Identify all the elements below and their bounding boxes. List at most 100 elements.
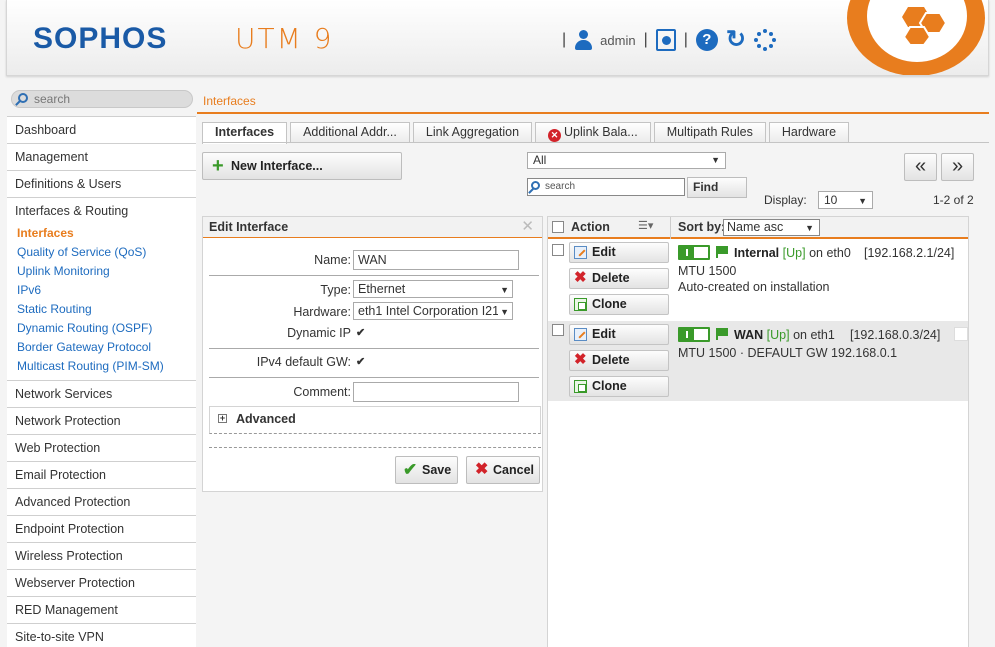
name-field[interactable]: WAN [353, 250, 519, 270]
edit-panel-title: Edit Interface [209, 220, 289, 234]
sidebar-item-endpoint-protection[interactable]: Endpoint Protection [7, 515, 196, 542]
display-count-select[interactable]: 10 ▼ [818, 191, 873, 209]
page-count: 1-2 of 2 [933, 193, 974, 207]
delete-button[interactable]: ✖ Delete [569, 268, 669, 289]
hardware-label: Hardware: [293, 305, 351, 319]
sidebar-subitem-interfaces[interactable]: Interfaces [17, 224, 196, 243]
tab-multipath-rules[interactable]: Multipath Rules [653, 122, 766, 143]
default-gw-checkbox[interactable]: ✔ [356, 357, 367, 368]
status-flag-icon [716, 246, 729, 258]
clone-icon [574, 298, 587, 311]
sidebar-item-email-protection[interactable]: Email Protection [7, 461, 196, 488]
row-checkbox[interactable] [552, 324, 564, 336]
product-name: UTM 9 [235, 22, 334, 55]
type-select[interactable]: Ethernet ▼ [353, 280, 513, 298]
sidebar-subitem-uplink-monitoring[interactable]: Uplink Monitoring [17, 262, 196, 281]
tab-uplink-balancing[interactable]: ✕ Uplink Bala... [535, 122, 651, 143]
interfaces-list: Action ☰▾ Sort by: Name asc ▼ Edit ✖ Dele… [547, 216, 969, 647]
status-badge: [Up] [766, 328, 790, 342]
sidebar-item-web-protection[interactable]: Web Protection [7, 434, 196, 461]
tab-interfaces[interactable]: Interfaces [202, 122, 288, 144]
save-button[interactable]: ✔ Save [395, 456, 458, 484]
sophos-logo[interactable]: SOPHOS [33, 22, 167, 56]
tab-additional-addresses[interactable]: Additional Addr... [290, 122, 410, 143]
refresh-icon[interactable]: ↻ [726, 28, 746, 52]
sidebar-item-interfaces-routing[interactable]: Interfaces & Routing [15, 198, 196, 224]
sidebar-search-input[interactable]: search [11, 90, 193, 108]
display-label: Display: [764, 193, 807, 207]
interface-address: [192.168.0.3/24] [850, 328, 941, 342]
delete-icon: ✖ [574, 351, 587, 368]
comment-field[interactable] [353, 382, 519, 402]
sidebar-item-red-management[interactable]: RED Management [7, 596, 196, 623]
filter-select[interactable]: All ▼ [527, 152, 726, 169]
hexagon-logo-icon [902, 7, 948, 45]
edit-button[interactable]: Edit [569, 324, 669, 345]
dynamic-ip-label: Dynamic IP [287, 326, 351, 340]
dynamic-ip-row: Dynamic IP ✔ [203, 323, 544, 345]
type-row: Type: Ethernet ▼ [203, 280, 544, 302]
sidebar-subitem-bgp[interactable]: Border Gateway Protocol [17, 338, 196, 357]
sidebar-subitem-ipv6[interactable]: IPv6 [17, 281, 196, 300]
advanced-section-toggle[interactable]: + Advanced [209, 406, 541, 434]
tab-bar: Interfaces Additional Addr... Link Aggre… [202, 122, 850, 144]
sidebar-item-wireless-protection[interactable]: Wireless Protection [7, 542, 196, 569]
sort-label: Sort by: [670, 217, 725, 239]
interface-name[interactable]: Internal [Up] on eth0 [734, 246, 851, 260]
sidebar-subitem-qos[interactable]: Quality of Service (QoS) [17, 243, 196, 262]
row-checkbox[interactable] [552, 244, 564, 256]
clone-button[interactable]: Clone [569, 376, 669, 397]
comment-label: Comment: [293, 385, 351, 399]
new-interface-button[interactable]: + New Interface... [202, 152, 402, 180]
header-tools: | admin | | ? ↻ [562, 26, 776, 54]
previous-page-button[interactable]: « [904, 153, 937, 181]
dynamic-ip-checkbox[interactable]: ✔ [356, 328, 367, 339]
sidebar-item-network-services[interactable]: Network Services [7, 380, 196, 407]
sidebar-item-network-protection[interactable]: Network Protection [7, 407, 196, 434]
edit-button[interactable]: Edit [569, 242, 669, 263]
error-icon: ✕ [548, 129, 562, 142]
interface-toggle[interactable] [678, 245, 710, 260]
sidebar-item-management[interactable]: Management [7, 143, 196, 170]
list-search-input[interactable]: search [527, 178, 685, 196]
chevron-down-icon: ▼ [858, 196, 867, 206]
cancel-button[interactable]: ✖ Cancel [466, 456, 540, 484]
edit-icon [574, 328, 587, 341]
select-all-checkbox[interactable] [552, 221, 564, 233]
edit-interface-panel: Edit Interface ✕ Name: WAN Type: Etherne… [202, 216, 543, 492]
sidebar-item-definitions-users[interactable]: Definitions & Users [7, 170, 196, 197]
column-menu-icon[interactable]: ☰▾ [638, 219, 653, 232]
interface-toggle[interactable] [678, 327, 710, 342]
sidebar-subitem-ospf[interactable]: Dynamic Routing (OSPF) [17, 319, 196, 338]
hardware-row: Hardware: eth1 Intel Corporation I21 ▼ [203, 302, 544, 324]
interface-name[interactable]: WAN [Up] on eth1 [734, 328, 835, 342]
sidebar-item-advanced-protection[interactable]: Advanced Protection [7, 488, 196, 515]
breadcrumb: Interfaces [203, 94, 256, 108]
clipboard-icon[interactable] [655, 29, 676, 51]
next-page-button[interactable]: » [941, 153, 974, 181]
sidebar: Dashboard Management Definitions & Users… [7, 116, 196, 647]
sidebar-item-dashboard[interactable]: Dashboard [7, 116, 196, 143]
app-header: SOPHOS UTM 9 | admin | | ? ↻ [6, 0, 989, 76]
sidebar-subitem-multicast[interactable]: Multicast Routing (PIM-SM) [17, 357, 196, 376]
interface-mtu: MTU 1500 · DEFAULT GW 192.168.0.1 [678, 346, 898, 360]
hardware-select[interactable]: eth1 Intel Corporation I21 ▼ [353, 302, 513, 320]
sidebar-item-webserver-protection[interactable]: Webserver Protection [7, 569, 196, 596]
sidebar-subitem-static-routing[interactable]: Static Routing [17, 300, 196, 319]
tab-link-aggregation[interactable]: Link Aggregation [412, 122, 533, 143]
user-icon[interactable] [574, 29, 593, 51]
sort-select[interactable]: Name asc ▼ [723, 219, 820, 236]
default-gw-label: IPv4 default GW: [256, 355, 351, 369]
delete-button[interactable]: ✖ Delete [569, 350, 669, 371]
clone-button[interactable]: Clone [569, 294, 669, 315]
chevron-down-icon: ▼ [711, 155, 720, 165]
find-button[interactable]: Find [687, 177, 747, 198]
sidebar-item-site-to-site-vpn[interactable]: Site-to-site VPN [7, 623, 196, 647]
close-icon[interactable]: ✕ [521, 217, 534, 237]
tab-hardware[interactable]: Hardware [768, 122, 850, 143]
help-icon[interactable]: ? [695, 29, 718, 51]
interface-mtu: MTU 1500 [678, 264, 737, 278]
activity-icon[interactable] [754, 29, 776, 51]
default-gw-row: IPv4 default GW: ✔ [203, 352, 544, 374]
username[interactable]: admin [600, 33, 635, 48]
